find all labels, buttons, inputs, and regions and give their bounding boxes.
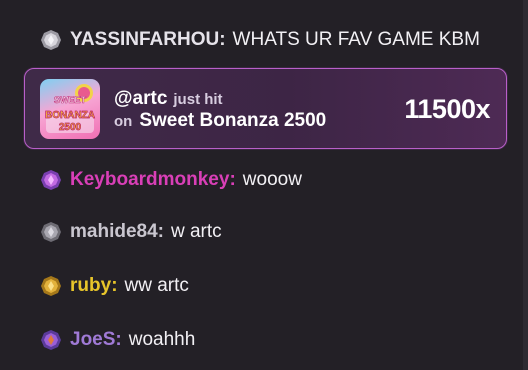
thumb-title-bot: 2500 bbox=[59, 122, 82, 133]
win-game-name[interactable]: Sweet Bonanza 2500 bbox=[139, 110, 326, 132]
chat-message: JoeS : woahhh bbox=[40, 328, 195, 352]
username[interactable]: Keyboardmonkey bbox=[70, 168, 229, 192]
chat-message: YASSINFARHOU : WHATS UR FAV GAME KBM bbox=[40, 28, 480, 52]
thumb-title-mid: BONANZA bbox=[45, 110, 95, 121]
message-text: woahhh bbox=[128, 329, 196, 350]
purple-gem-icon bbox=[40, 169, 62, 191]
username[interactable]: JoeS bbox=[70, 328, 115, 352]
username-colon: : bbox=[229, 169, 236, 190]
chat-message: mahide84 : w artc bbox=[40, 220, 222, 244]
username-colon: : bbox=[157, 221, 164, 242]
chat-message: ruby : ww artc bbox=[40, 274, 189, 298]
username-colon: : bbox=[115, 329, 122, 350]
chat-message: Keyboardmonkey : wooow bbox=[40, 168, 302, 192]
message-text: WHATS UR FAV GAME KBM bbox=[232, 29, 480, 50]
win-multiplier: 11500x bbox=[404, 94, 490, 124]
message-text: wooow bbox=[242, 169, 302, 190]
username[interactable]: YASSINFARHOU bbox=[70, 28, 219, 52]
username-colon: : bbox=[111, 275, 118, 296]
win-game-line: on Sweet Bonanza 2500 bbox=[114, 110, 326, 134]
steel-gem-icon bbox=[40, 221, 62, 243]
big-win-card[interactable]: SWEET BONANZA 2500 @artc just hit on Swe… bbox=[24, 68, 507, 149]
win-username[interactable]: @artc bbox=[114, 88, 167, 110]
win-action-label: just hit bbox=[173, 91, 223, 108]
chat-feed: YASSINFARHOU : WHATS UR FAV GAME KBM SWE… bbox=[0, 0, 528, 370]
win-on-label: on bbox=[114, 113, 133, 130]
win-headline: @artc just hit bbox=[114, 88, 223, 110]
violet-gem-icon bbox=[40, 329, 62, 351]
message-text: ww artc bbox=[124, 275, 189, 296]
silver-gem-icon bbox=[40, 29, 62, 51]
sweet-bonanza-thumbnail[interactable]: SWEET BONANZA 2500 bbox=[40, 79, 100, 139]
message-text: w artc bbox=[170, 221, 222, 242]
username[interactable]: mahide84 bbox=[70, 220, 158, 244]
username[interactable]: ruby bbox=[70, 274, 111, 298]
gold-gem-icon bbox=[40, 275, 62, 297]
username-colon: : bbox=[219, 29, 226, 50]
thumb-title-top: SWEET bbox=[54, 95, 87, 105]
chat-scrollbar[interactable] bbox=[523, 0, 528, 370]
